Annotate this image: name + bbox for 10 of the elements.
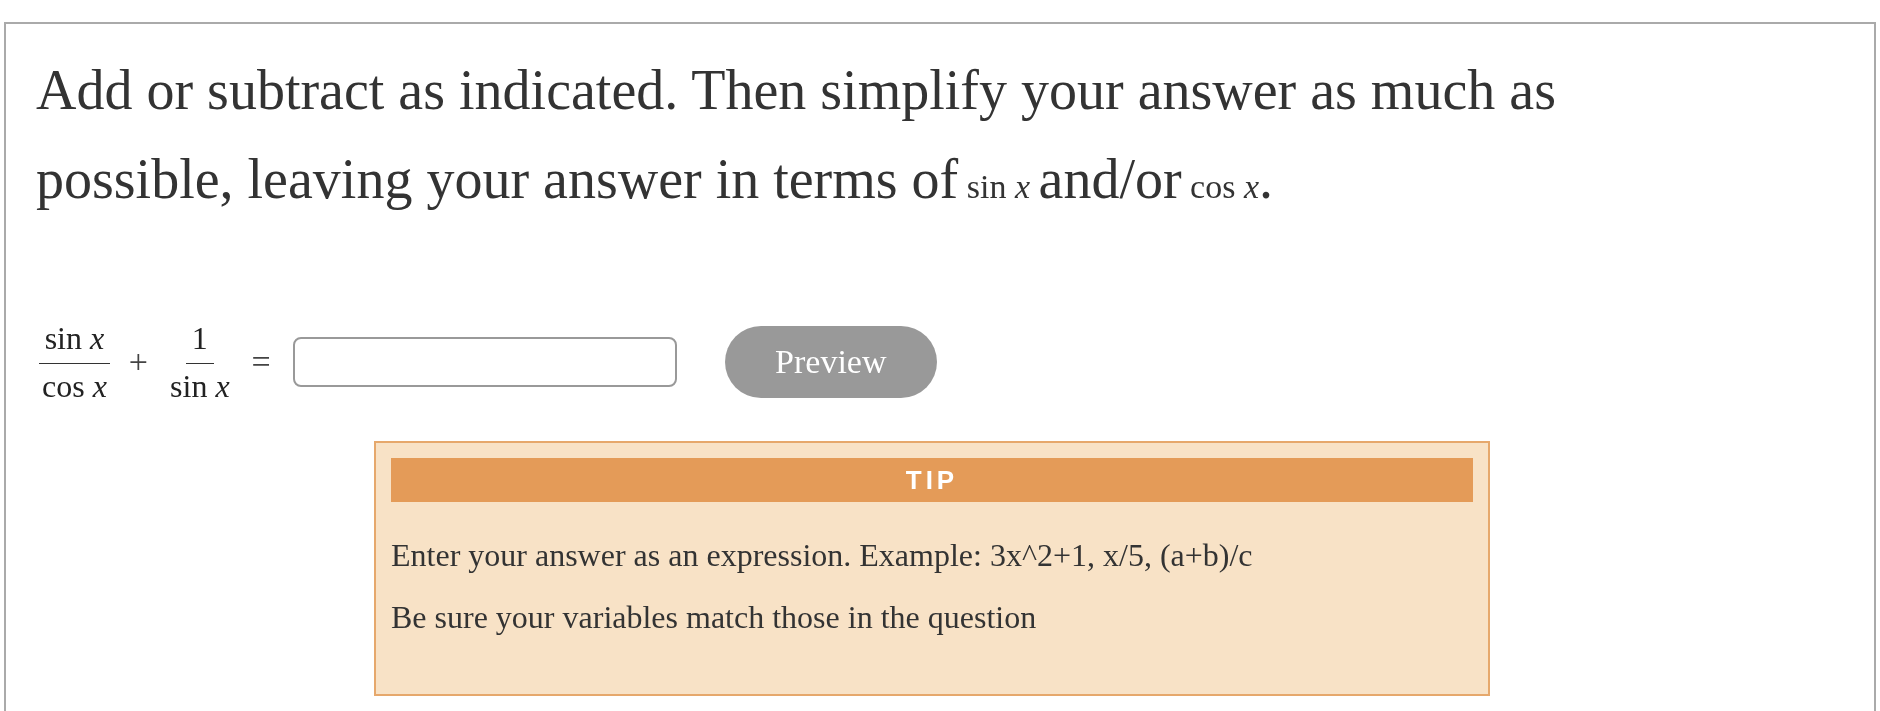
tip-text: Enter your answer as an expression. Example: 3x^2+1, x/5, (a+b)/c <box>391 536 1254 575</box>
question-text: Add or subtract as indicated. Then simplify your answer as much as possible, leaving your answer in terms of sin x and/or cos x. <box>36 58 1557 212</box>
preview-button[interactable]: Preview <box>724 326 937 398</box>
tip-title: TIP <box>391 458 1473 502</box>
fraction: sin x cos x <box>36 319 113 405</box>
fraction: 1 sin x <box>169 319 231 405</box>
math-operator: + <box>128 343 149 381</box>
answer-field[interactable] <box>292 337 677 387</box>
tip-text: Be sure your variables match those in the question <box>391 598 1038 637</box>
math-operator: = <box>251 343 271 381</box>
